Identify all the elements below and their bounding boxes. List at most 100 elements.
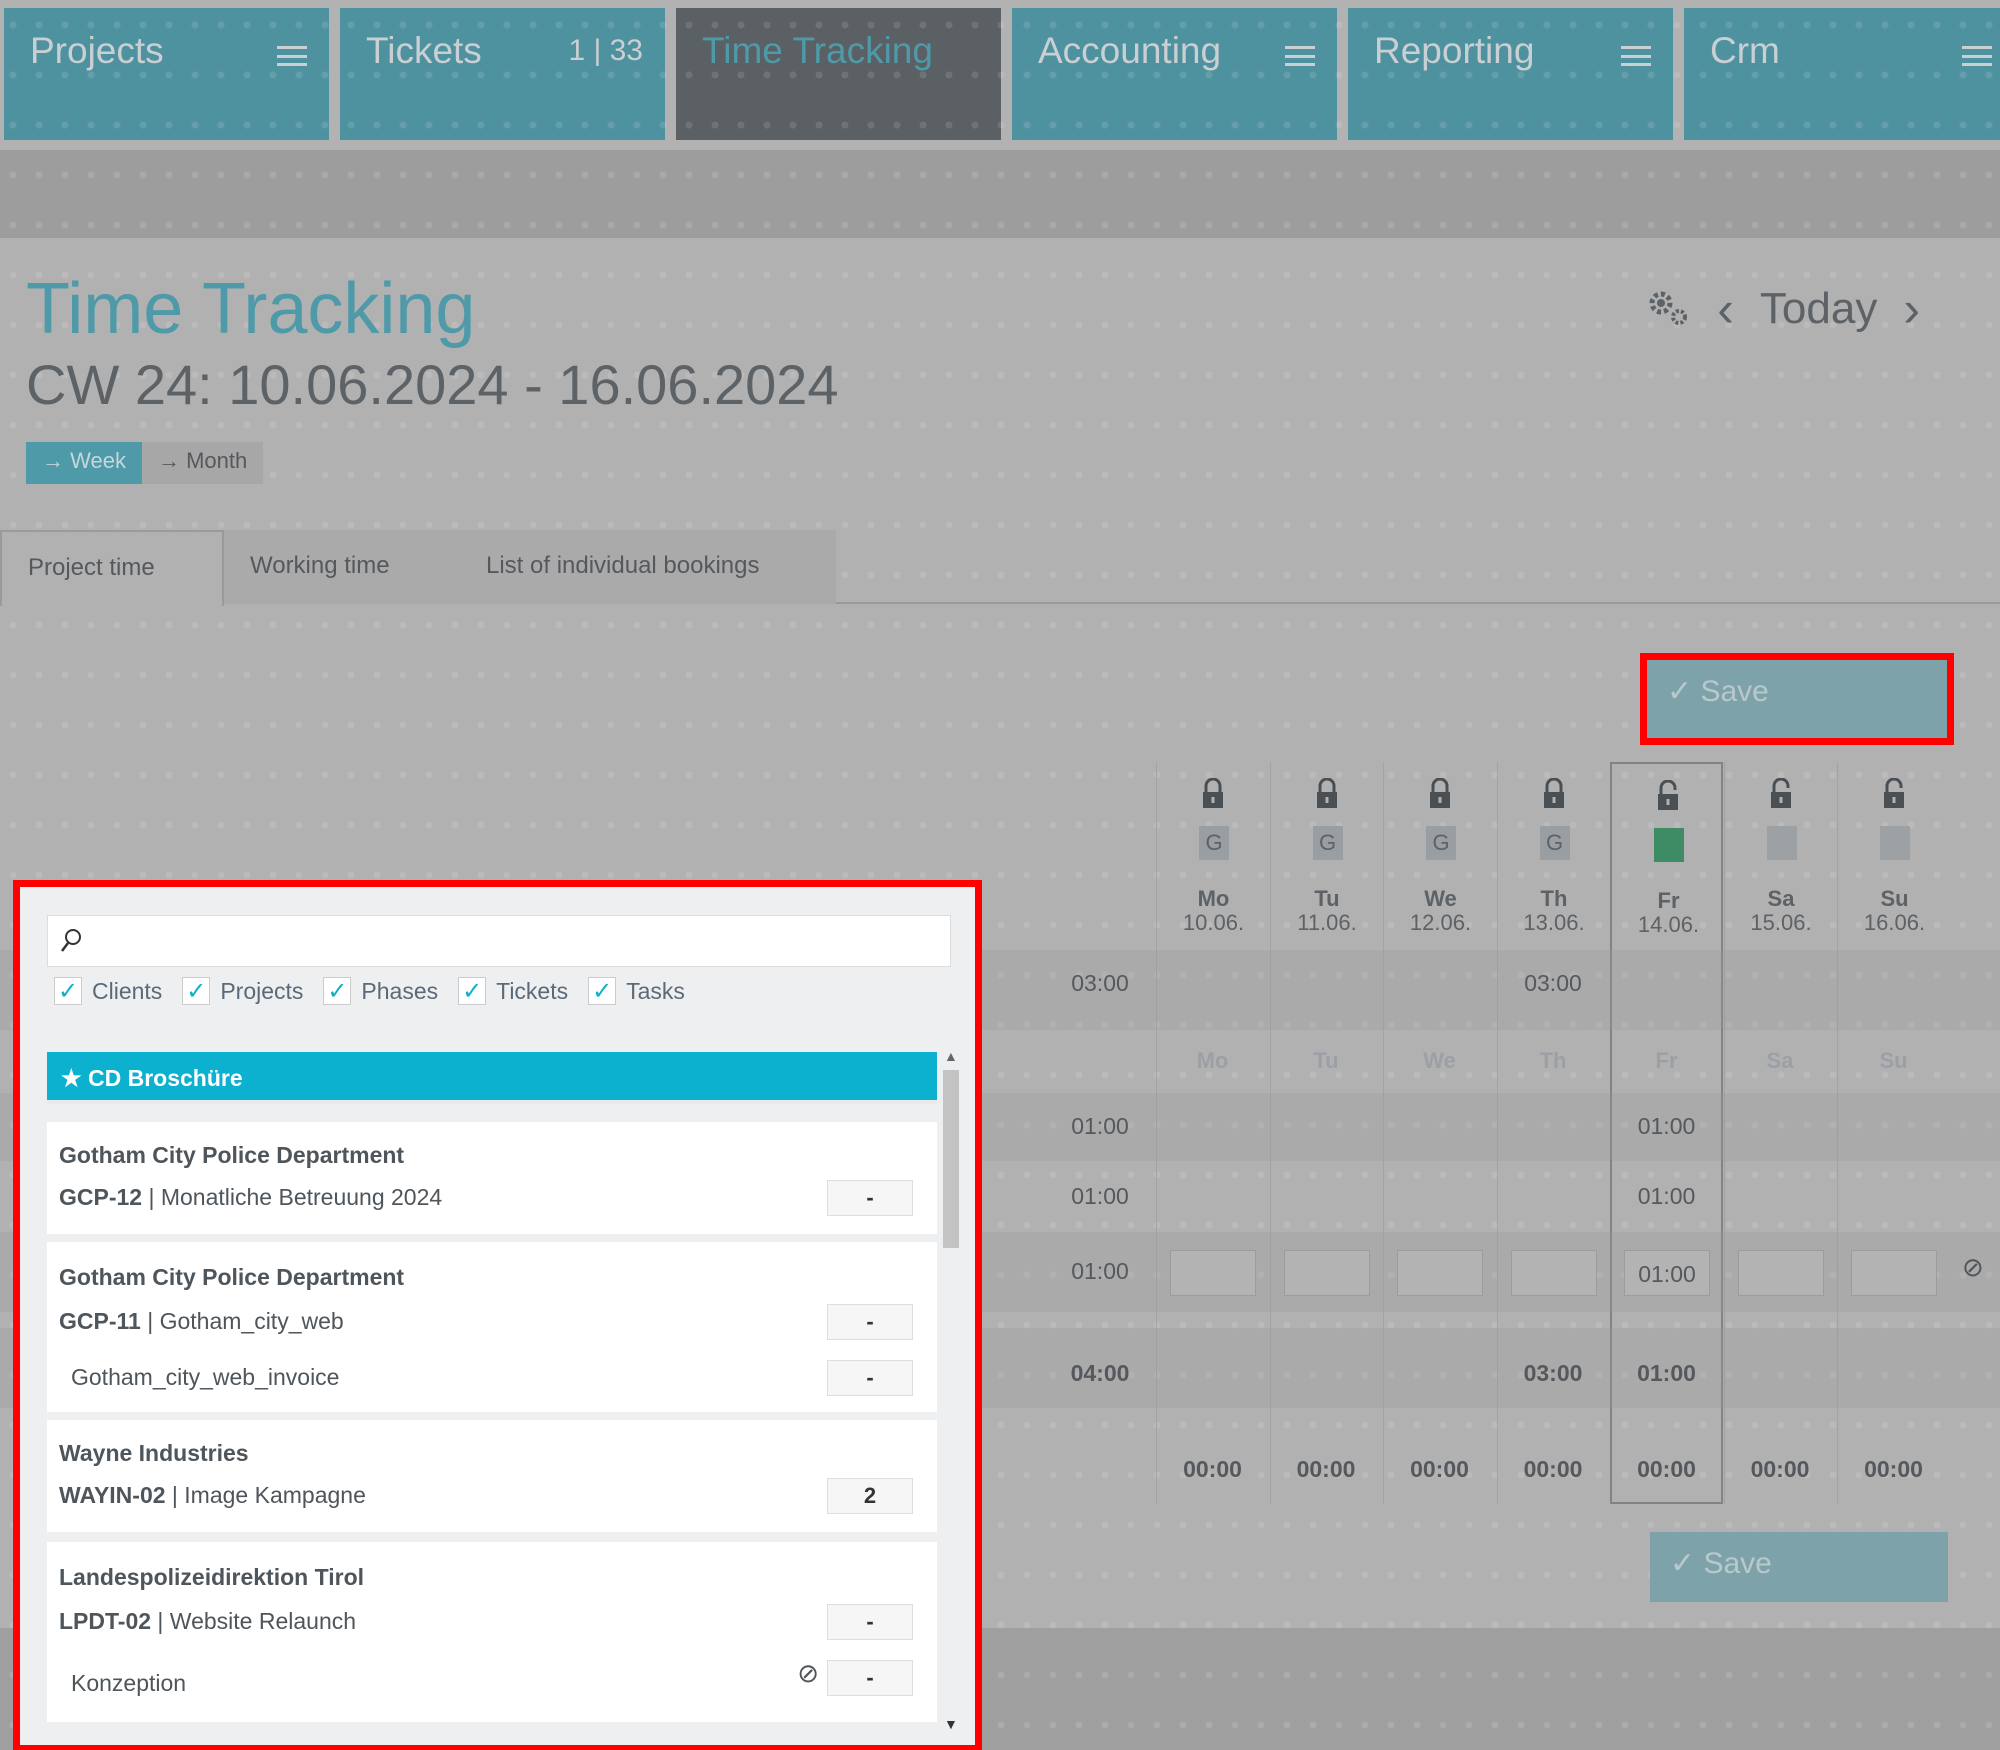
scroll-up-icon[interactable]: ▲ <box>944 1048 958 1064</box>
time-cell: 01:00 <box>1637 1183 1696 1209</box>
unlock-icon[interactable] <box>1882 778 1906 810</box>
checkbox-checked-icon[interactable]: ✓ <box>588 977 617 1005</box>
save-button-bottom[interactable]: ✓ Save <box>1650 1532 1948 1602</box>
lock-icon[interactable] <box>1201 778 1225 810</box>
balance-cell: 00:00 <box>1864 1456 1923 1482</box>
row-total: 01:00 <box>1071 1258 1129 1284</box>
nav-tab-reporting[interactable]: Reporting <box>1348 8 1673 140</box>
time-input[interactable] <box>1397 1250 1483 1296</box>
ghost-day-label: Th <box>1539 1048 1567 1073</box>
menu-icon[interactable] <box>1285 46 1315 66</box>
ghost-day-label: Tu <box>1313 1048 1339 1073</box>
row-total: 01:00 <box>1071 1183 1129 1209</box>
day-date: 11.06. <box>1297 910 1357 935</box>
day-header: Sa 15.06. <box>1725 762 1838 950</box>
nav-tab-time-tracking[interactable]: Time Tracking <box>676 8 1001 140</box>
tab-individual-bookings[interactable]: List of individual bookings <box>456 530 836 604</box>
filter-label: Projects <box>220 977 304 1004</box>
checkbox-checked-icon[interactable]: ✓ <box>54 977 82 1005</box>
hours-input[interactable]: - <box>827 1304 913 1340</box>
list-item[interactable]: Gotham City Police Department GCP-12 | M… <box>47 1122 937 1234</box>
hours-input[interactable]: - <box>827 1604 913 1640</box>
day-date: 12.06. <box>1409 910 1472 935</box>
filter-projects[interactable]: ✓ Projects <box>182 977 303 1005</box>
ghost-day-label: Su <box>1879 1048 1908 1073</box>
balance-cell: 00:00 <box>1750 1456 1810 1482</box>
list-item[interactable]: Landespolizeidirektion Tirol LPDT-02 | W… <box>47 1542 937 1722</box>
filter-clients[interactable]: ✓ Clients <box>54 977 162 1005</box>
project-code: WAYIN-02 <box>59 1482 166 1508</box>
scroll-down-icon[interactable]: ▼ <box>944 1716 958 1732</box>
save-button-top[interactable]: ✓ Save <box>1640 653 1954 745</box>
filter-phases[interactable]: ✓ Phases <box>323 977 438 1005</box>
nav-tab-projects[interactable]: Projects <box>4 8 329 140</box>
checkbox-checked-icon[interactable]: ✓ <box>458 977 487 1005</box>
top-navigation: Projects Tickets 1 | 33 Time Tracking Ac… <box>0 0 2000 150</box>
filter-tasks[interactable]: ✓ Tasks <box>588 977 685 1005</box>
nav-tab-crm[interactable]: Crm <box>1684 8 2000 140</box>
day-date: 14.06. <box>1637 912 1700 937</box>
ghost-day-label: Fr <box>1655 1048 1678 1073</box>
scrollbar[interactable]: ▲ ▼ <box>940 1042 962 1732</box>
scrollbar-thumb[interactable] <box>943 1070 959 1248</box>
sum-total: 04:00 <box>1070 1360 1130 1386</box>
project-name: Monatliche Betreuung 2024 <box>160 1184 443 1210</box>
blocked-icon[interactable]: ⊘ <box>1962 1252 1984 1283</box>
client-name: Landespolizeidirektion Tirol <box>59 1564 365 1590</box>
pinned-item[interactable]: ★ CD Broschüre <box>47 1052 937 1104</box>
chevron-right-icon[interactable]: › <box>1903 280 1920 338</box>
gears-icon[interactable] <box>1647 289 1691 329</box>
day-status-badge: G <box>1539 826 1570 860</box>
unlock-icon[interactable] <box>1656 780 1680 812</box>
day-status-badge <box>1766 826 1797 860</box>
nav-tab-tickets[interactable]: Tickets 1 | 33 <box>340 8 665 140</box>
hours-input[interactable]: - <box>827 1360 913 1396</box>
checkbox-checked-icon[interactable]: ✓ <box>323 977 352 1005</box>
filter-label: Tasks <box>626 977 685 1004</box>
time-input[interactable]: 01:00 <box>1624 1250 1710 1296</box>
lock-icon[interactable] <box>1428 778 1452 810</box>
week-range: CW 24: 10.06.2024 - 16.06.2024 <box>26 353 839 416</box>
lock-icon[interactable] <box>1542 778 1566 810</box>
hours-input[interactable]: - <box>827 1660 913 1696</box>
blocked-icon[interactable]: ⊘ <box>797 1658 819 1689</box>
time-cell: 03:00 <box>1524 970 1582 996</box>
time-input[interactable] <box>1851 1250 1937 1296</box>
hours-input[interactable]: - <box>827 1180 913 1216</box>
day-name: Fr <box>1657 888 1680 913</box>
tab-project-time[interactable]: Project time <box>0 530 224 606</box>
nav-tab-accounting[interactable]: Accounting <box>1012 8 1337 140</box>
filter-tickets[interactable]: ✓ Tickets <box>458 977 568 1005</box>
day-status-badge: G <box>1199 826 1229 860</box>
filter-label: Tickets <box>496 977 569 1004</box>
menu-icon[interactable] <box>1621 46 1651 66</box>
list-item[interactable]: Gotham City Police Department GCP-11 | G… <box>47 1242 937 1412</box>
week-view-button[interactable]: → Week <box>26 442 142 484</box>
list-item[interactable]: Wayne Industries WAYIN-02 | Image Kampag… <box>47 1420 937 1532</box>
ghost-day-label: Sa <box>1766 1048 1794 1073</box>
today-button[interactable]: Today <box>1760 284 1877 334</box>
time-input[interactable] <box>1737 1250 1824 1296</box>
nav-tab-label: Accounting <box>1038 30 1222 71</box>
time-input[interactable] <box>1283 1250 1370 1296</box>
checkbox-checked-icon[interactable]: ✓ <box>182 977 211 1005</box>
page-title: Time Tracking <box>26 269 476 349</box>
time-cell: 01:00 <box>1637 1113 1696 1139</box>
hours-input[interactable]: 2 <box>827 1478 913 1514</box>
tab-working-time[interactable]: Working time <box>224 530 456 604</box>
unlock-icon[interactable] <box>1769 778 1793 810</box>
phase-name: Gotham_city_web_invoice <box>71 1364 340 1390</box>
search-input[interactable] <box>47 915 951 967</box>
month-view-button[interactable]: → Month <box>142 442 263 484</box>
project-name: Image Kampagne <box>184 1482 366 1508</box>
search-icon <box>61 929 81 952</box>
day-name: Tu <box>1314 886 1340 911</box>
nav-tab-label: Projects <box>30 30 164 71</box>
search-text-field[interactable] <box>92 924 932 958</box>
chevron-left-icon[interactable]: ‹ <box>1717 280 1734 338</box>
lock-icon[interactable] <box>1315 778 1339 810</box>
time-input[interactable] <box>1510 1250 1597 1296</box>
menu-icon[interactable] <box>1962 46 1992 66</box>
time-input[interactable] <box>1170 1250 1256 1296</box>
menu-icon[interactable] <box>277 46 307 66</box>
